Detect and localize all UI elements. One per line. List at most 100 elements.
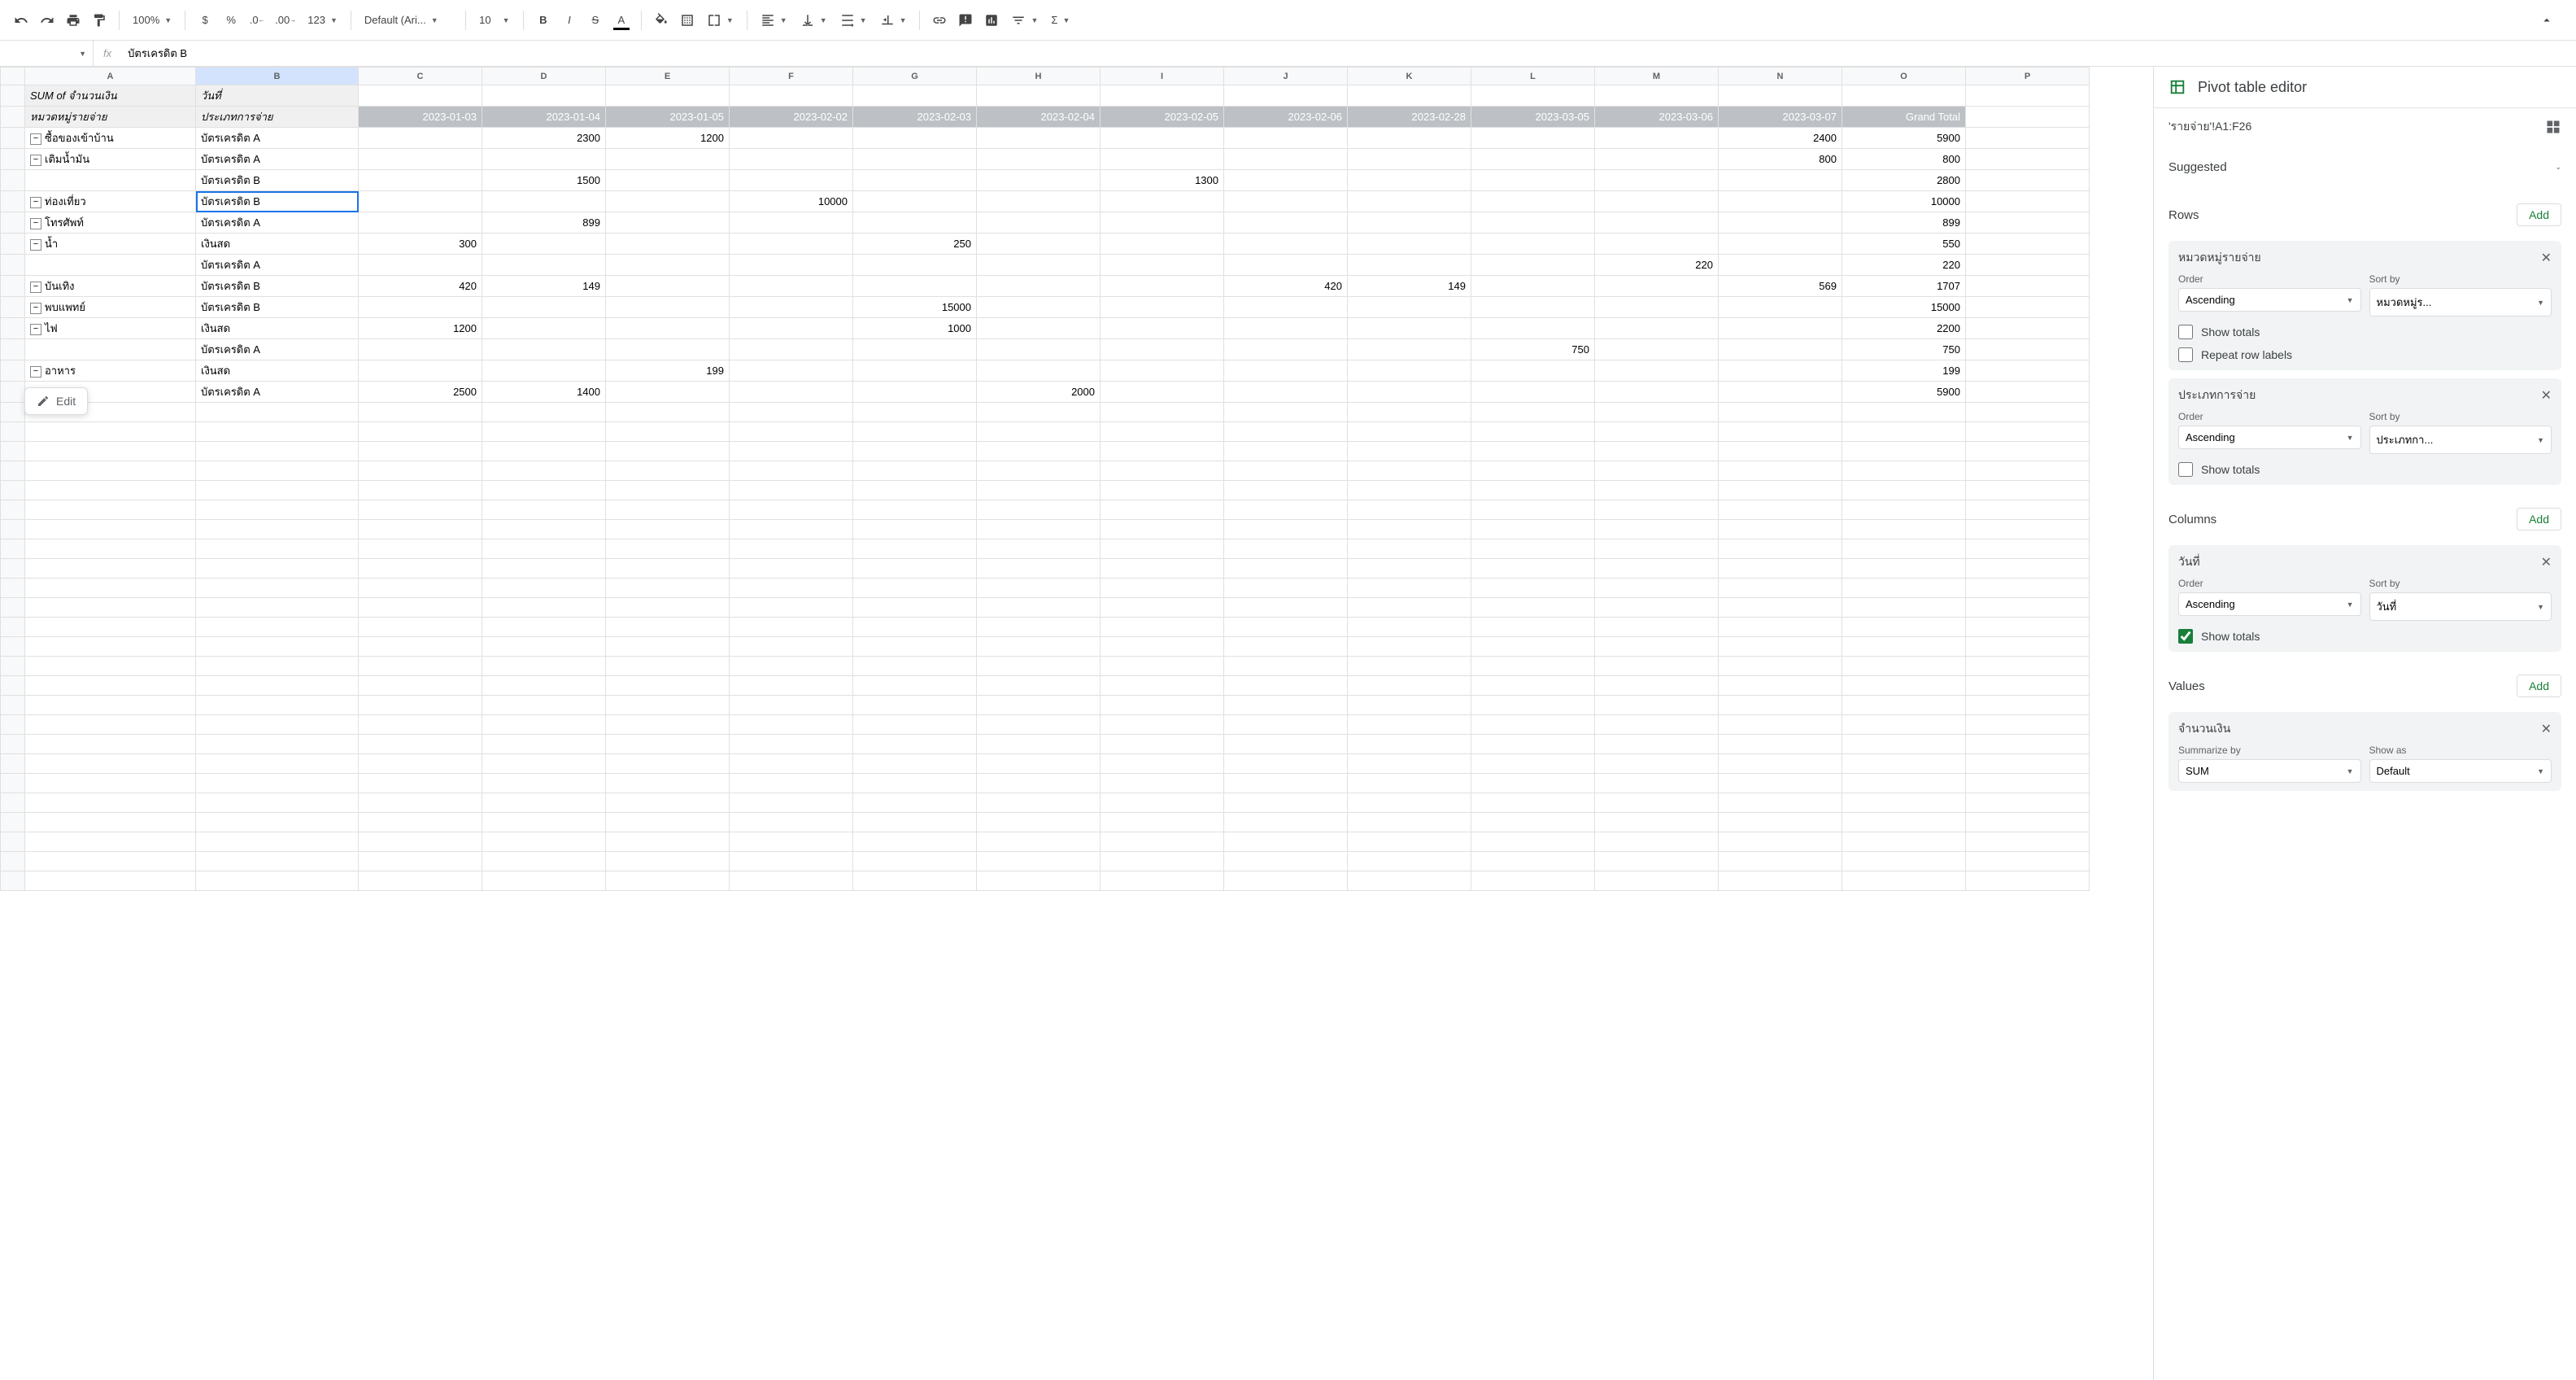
empty-cell[interactable] bbox=[1966, 297, 2090, 318]
empty-cell[interactable] bbox=[730, 500, 853, 520]
empty-cell[interactable] bbox=[1966, 360, 2090, 382]
empty-cell[interactable] bbox=[25, 579, 196, 598]
empty-cell[interactable] bbox=[1966, 559, 2090, 579]
value-cell[interactable] bbox=[1224, 128, 1348, 149]
empty-cell[interactable] bbox=[1966, 212, 2090, 234]
row-header[interactable] bbox=[1, 85, 25, 107]
empty-cell[interactable] bbox=[359, 442, 482, 461]
empty-cell[interactable] bbox=[1966, 382, 2090, 403]
empty-cell[interactable] bbox=[853, 637, 977, 657]
empty-cell[interactable] bbox=[359, 598, 482, 618]
empty-cell[interactable] bbox=[1101, 403, 1224, 422]
empty-cell[interactable] bbox=[1348, 676, 1471, 696]
row-header[interactable] bbox=[1, 276, 25, 297]
empty-cell[interactable] bbox=[196, 539, 359, 559]
empty-cell[interactable] bbox=[1348, 579, 1471, 598]
empty-cell[interactable] bbox=[853, 579, 977, 598]
empty-cell[interactable] bbox=[359, 500, 482, 520]
empty-cell[interactable] bbox=[1101, 852, 1224, 871]
empty-cell[interactable] bbox=[730, 696, 853, 715]
empty-cell[interactable] bbox=[1966, 255, 2090, 276]
zoom-select[interactable]: 100%▼ bbox=[128, 9, 177, 32]
empty-cell[interactable] bbox=[1595, 403, 1719, 422]
empty-cell[interactable] bbox=[1719, 481, 1842, 500]
empty-cell[interactable] bbox=[482, 735, 606, 754]
empty-cell[interactable] bbox=[25, 793, 196, 813]
empty-cell[interactable] bbox=[482, 832, 606, 852]
empty-cell[interactable] bbox=[196, 598, 359, 618]
value-cell[interactable] bbox=[1348, 170, 1471, 191]
date-header[interactable]: 2023-01-03 bbox=[359, 107, 482, 128]
empty-cell[interactable] bbox=[1101, 579, 1224, 598]
value-cell[interactable] bbox=[853, 339, 977, 360]
empty-cell[interactable] bbox=[1471, 461, 1595, 481]
row-header[interactable] bbox=[1, 191, 25, 212]
empty-cell[interactable] bbox=[1966, 793, 2090, 813]
value-cell[interactable] bbox=[977, 128, 1101, 149]
row2-order-select[interactable]: Ascending▼ bbox=[2178, 426, 2361, 449]
value-cell[interactable] bbox=[1101, 128, 1224, 149]
empty-cell[interactable] bbox=[25, 461, 196, 481]
row-total-cell[interactable]: 220 bbox=[1842, 255, 1966, 276]
value-cell[interactable] bbox=[1471, 170, 1595, 191]
empty-cell[interactable] bbox=[1471, 832, 1595, 852]
empty-cell[interactable] bbox=[1842, 715, 1966, 735]
value-cell[interactable] bbox=[1224, 297, 1348, 318]
value-cell[interactable] bbox=[482, 339, 606, 360]
empty-cell[interactable] bbox=[1595, 461, 1719, 481]
value-cell[interactable] bbox=[977, 255, 1101, 276]
empty-cell[interactable] bbox=[25, 618, 196, 637]
value-cell[interactable] bbox=[359, 170, 482, 191]
column-header-B[interactable]: B bbox=[196, 68, 359, 85]
empty-cell[interactable] bbox=[1595, 539, 1719, 559]
empty-cell[interactable] bbox=[1595, 754, 1719, 774]
empty-cell[interactable] bbox=[977, 774, 1101, 793]
empty-cell[interactable] bbox=[1966, 774, 2090, 793]
empty-cell[interactable] bbox=[196, 657, 359, 676]
category-cell[interactable] bbox=[25, 170, 196, 191]
row-header[interactable] bbox=[1, 598, 25, 618]
empty-cell[interactable] bbox=[730, 657, 853, 676]
empty-cell[interactable] bbox=[1719, 754, 1842, 774]
empty-cell[interactable] bbox=[730, 676, 853, 696]
empty-cell[interactable] bbox=[1719, 735, 1842, 754]
column-header-C[interactable]: C bbox=[359, 68, 482, 85]
category-cell[interactable] bbox=[25, 339, 196, 360]
empty-cell[interactable] bbox=[1595, 520, 1719, 539]
empty-cell[interactable] bbox=[359, 520, 482, 539]
row-header[interactable] bbox=[1, 735, 25, 754]
remove-row-field-2[interactable]: ✕ bbox=[2541, 387, 2552, 404]
empty-cell[interactable] bbox=[1719, 696, 1842, 715]
empty-cell[interactable] bbox=[977, 539, 1101, 559]
empty-cell[interactable] bbox=[1101, 442, 1224, 461]
value-cell[interactable] bbox=[606, 318, 730, 339]
empty-cell[interactable] bbox=[606, 559, 730, 579]
empty-cell[interactable] bbox=[25, 442, 196, 461]
empty-cell[interactable] bbox=[1471, 637, 1595, 657]
empty-cell[interactable] bbox=[730, 793, 853, 813]
value-cell[interactable] bbox=[730, 318, 853, 339]
empty-cell[interactable] bbox=[1595, 735, 1719, 754]
empty-cell[interactable] bbox=[730, 442, 853, 461]
date-header[interactable]: 2023-02-05 bbox=[1101, 107, 1224, 128]
value-cell[interactable] bbox=[1719, 360, 1842, 382]
empty-cell[interactable] bbox=[1471, 442, 1595, 461]
empty-cell[interactable] bbox=[1471, 85, 1595, 107]
empty-cell[interactable] bbox=[1719, 403, 1842, 422]
empty-cell[interactable] bbox=[977, 520, 1101, 539]
empty-cell[interactable] bbox=[606, 774, 730, 793]
empty-cell[interactable] bbox=[977, 793, 1101, 813]
date-header[interactable]: 2023-03-07 bbox=[1719, 107, 1842, 128]
row-header[interactable] bbox=[1, 637, 25, 657]
value-cell[interactable] bbox=[1101, 234, 1224, 255]
value-cell[interactable] bbox=[730, 149, 853, 170]
value-cell[interactable] bbox=[1471, 255, 1595, 276]
horizontal-align-select[interactable]: ▼ bbox=[756, 9, 792, 32]
empty-cell[interactable] bbox=[1842, 559, 1966, 579]
value-cell[interactable]: 300 bbox=[359, 234, 482, 255]
value-cell[interactable] bbox=[606, 191, 730, 212]
empty-cell[interactable] bbox=[730, 774, 853, 793]
italic-button[interactable]: I bbox=[558, 9, 581, 32]
empty-cell[interactable] bbox=[977, 637, 1101, 657]
empty-cell[interactable] bbox=[482, 442, 606, 461]
